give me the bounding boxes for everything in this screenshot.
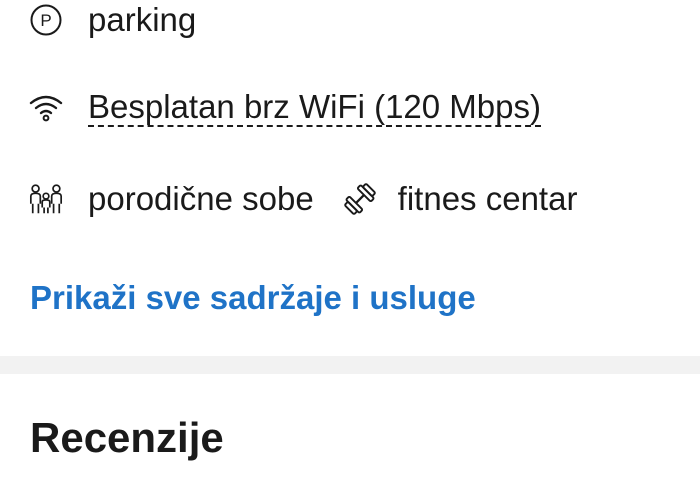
amenity-label: porodične sobe xyxy=(88,180,314,217)
amenity-label: parking xyxy=(88,1,197,38)
amenities-section: P parking Besplatan brz WiFi (120 Mbps) xyxy=(0,0,700,356)
amenity-label: fitnes centar xyxy=(397,180,578,217)
show-all-amenities-link[interactable]: Prikaži sve sadržaje i usluge xyxy=(30,276,476,320)
svg-text:P: P xyxy=(40,11,51,30)
property-details-page: P parking Besplatan brz WiFi (120 Mbps) xyxy=(0,0,700,500)
family-icon xyxy=(28,181,64,217)
amenity-row-wifi: Besplatan brz WiFi (120 Mbps) xyxy=(28,86,541,130)
amenity-label-wifi[interactable]: Besplatan brz WiFi (120 Mbps) xyxy=(88,89,541,127)
wifi-icon xyxy=(28,90,64,126)
section-divider xyxy=(0,356,700,374)
amenity-wifi[interactable]: Besplatan brz WiFi (120 Mbps) xyxy=(28,89,541,127)
amenity-row-family-fitness: porodične sobe fitnes centar xyxy=(28,177,577,221)
dumbbell-icon xyxy=(342,181,378,217)
amenity-family-rooms: porodične sobe xyxy=(28,179,314,219)
amenity-row-parking: P parking xyxy=(28,0,196,42)
amenity-parking: P parking xyxy=(28,0,196,40)
amenity-fitness-center: fitnes centar xyxy=(342,179,578,219)
reviews-heading: Recenzije xyxy=(30,414,224,461)
parking-icon: P xyxy=(28,2,64,38)
